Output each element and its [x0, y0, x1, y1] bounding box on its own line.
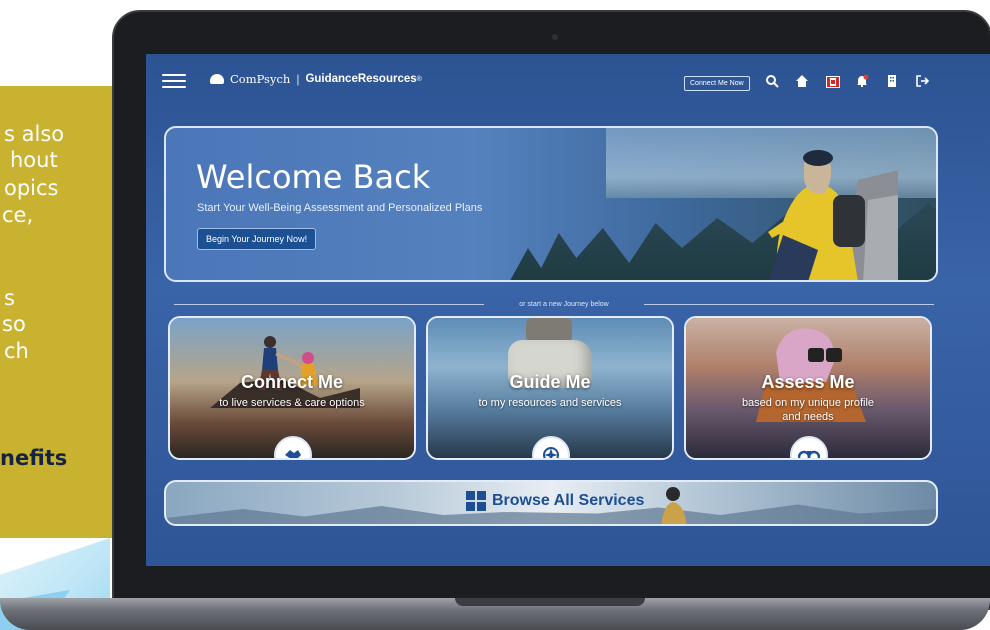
rock-image — [526, 318, 572, 342]
building-icon[interactable] — [884, 74, 900, 90]
assess-me-card[interactable]: Assess Me based on my unique profile and… — [684, 316, 932, 460]
hiker-small-image — [661, 487, 687, 524]
brand-name: ComPsych — [230, 72, 291, 86]
laptop-notch — [455, 598, 645, 606]
promo-line: so — [2, 312, 26, 336]
begin-journey-button[interactable]: Begin Your Journey Now! — [197, 228, 317, 250]
promo-line: opics — [4, 176, 59, 200]
card-title: Assess Me — [761, 372, 855, 392]
laptop-frame: ComPsych | GuidanceResources ® Connect M… — [112, 10, 990, 610]
welcome-hero: Welcome Back Start Your Well-Being Asses… — [164, 126, 938, 282]
promo-panel: s also hout opics ce, s so ch nefits — [0, 86, 112, 538]
card-subtitle: to my resources and services — [478, 397, 622, 409]
divider-line — [174, 304, 484, 305]
promo-line-bold: nefits — [0, 446, 68, 470]
connect-me-now-button[interactable]: Connect Me Now — [684, 76, 750, 91]
compsych-logo-icon — [210, 74, 224, 84]
bell-icon[interactable] — [854, 74, 870, 90]
promo-line: ch — [4, 339, 29, 363]
guide-me-card[interactable]: Guide Me to my resources and services — [426, 316, 674, 460]
hiker-image — [768, 150, 898, 280]
brand[interactable]: ComPsych | GuidanceResources ® — [210, 72, 422, 86]
card-title: Guide Me — [509, 372, 591, 392]
webcam-icon — [552, 34, 558, 40]
promo-line: hout — [10, 148, 58, 172]
trademark: ® — [416, 75, 422, 83]
divider-text: or start a new Journey below — [519, 301, 609, 308]
promo-line: s — [4, 286, 15, 310]
brand-app-name: GuidanceResources — [305, 73, 417, 85]
divider-line — [644, 304, 934, 305]
connect-me-card[interactable]: Connect Me to live services & care optio… — [168, 316, 416, 460]
browse-link[interactable]: Browse All Services — [466, 491, 644, 511]
app-screen: ComPsych | GuidanceResources ® Connect M… — [146, 54, 990, 566]
home-icon[interactable] — [794, 74, 810, 90]
brand-separator: | — [296, 72, 300, 86]
app-header: ComPsych | GuidanceResources ® Connect M… — [146, 54, 990, 112]
search-icon[interactable] — [764, 74, 780, 90]
journey-divider: or start a new Journey below — [174, 299, 934, 311]
welcome-title: Welcome Back — [196, 158, 431, 196]
grid-icon — [466, 491, 486, 511]
promo-line: s also — [4, 122, 65, 146]
card-title: Connect Me — [240, 372, 343, 392]
browse-all-services-bar[interactable]: Browse All Services — [164, 480, 938, 526]
logout-icon[interactable] — [914, 74, 930, 90]
page: s also hout opics ce, s so ch nefits Com… — [0, 0, 990, 630]
browse-label: Browse All Services — [492, 492, 645, 509]
menu-icon[interactable] — [162, 74, 186, 90]
card-subtitle: to live services & care options — [219, 397, 365, 409]
canada-flag-icon[interactable] — [826, 76, 840, 88]
promo-line: ce, — [2, 203, 34, 227]
welcome-subtitle: Start Your Well-Being Assessment and Per… — [197, 202, 483, 214]
card-subtitle: based on my unique profile and needs — [741, 397, 875, 423]
